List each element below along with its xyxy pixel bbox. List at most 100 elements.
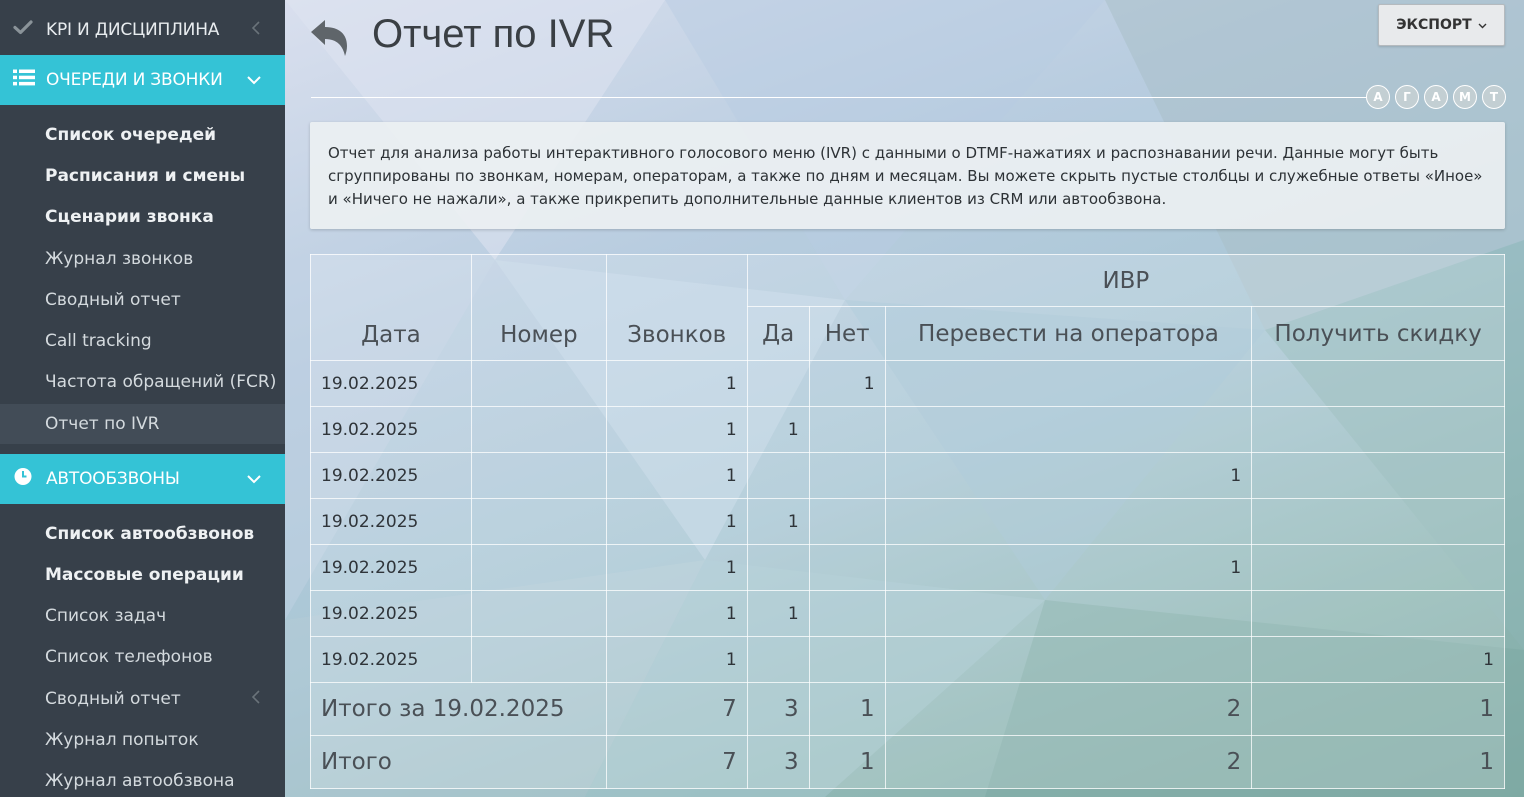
clock-icon (13, 467, 33, 492)
total-discount: 1 (1251, 682, 1505, 736)
sidebar-item-label: Список очередей (45, 125, 217, 145)
column-header-transfer[interactable]: Перевести на оператора (884, 306, 1253, 361)
sidebar-item-summary-report[interactable]: Сводный отчет (0, 280, 285, 320)
title-divider (311, 97, 1371, 98)
table-row: 19.02.2025 1 1 (310, 452, 1505, 499)
sidebar-item-label: Call tracking (45, 331, 152, 351)
number-cell (470, 406, 607, 453)
sidebar-item-label: Сводный отчет (45, 689, 181, 709)
sidebar-item-queue-list[interactable]: Список очередей (0, 115, 285, 155)
transfer-cell: 1 (884, 544, 1253, 591)
sidebar-item-call-scenarios[interactable]: Сценарии звонка (0, 197, 285, 237)
font-button[interactable]: Т (1482, 85, 1506, 109)
column-header-yes[interactable]: Да (746, 306, 810, 361)
date-cell: 19.02.2025 (310, 636, 472, 683)
calls-cell: 1 (605, 590, 748, 637)
table-row: 19.02.2025 1 1 (310, 360, 1505, 407)
table-row: 19.02.2025 1 1 (310, 636, 1505, 683)
yes-cell: 1 (746, 590, 810, 637)
table-row: 19.02.2025 1 1 (310, 590, 1505, 637)
discount-cell (1251, 406, 1505, 453)
sidebar-item-label: Массовые операции (45, 565, 244, 585)
total-label: Итого (310, 735, 607, 789)
sidebar-item-attempt-log[interactable]: Журнал попыток (0, 720, 285, 760)
sidebar-section-autodial-label: АВТООБЗВОНЫ (46, 469, 180, 489)
column-header-discount[interactable]: Получить скидку (1251, 306, 1505, 361)
yes-cell (746, 452, 810, 499)
discount-cell (1251, 452, 1505, 499)
number-cell (470, 452, 607, 499)
no-cell (808, 406, 886, 453)
back-arrow-icon[interactable] (307, 16, 353, 60)
sidebar-item-autodial-list[interactable]: Список автообзвонов (0, 514, 285, 554)
chevron-down-icon (1478, 17, 1487, 33)
sidebar: KPI И ДИСЦИПЛИНА ОЧЕРЕДИ И ЗВОНКИ Список… (0, 0, 285, 797)
sidebar-item-call-log[interactable]: Журнал звонков (0, 239, 285, 279)
total-row: Итого 7 3 1 2 1 (310, 735, 1505, 789)
sidebar-item-label: Список задач (45, 606, 167, 626)
export-button[interactable]: ЭКСПОРТ (1378, 4, 1505, 46)
chevron-left-icon (251, 20, 261, 40)
sidebar-item-autodial-log[interactable]: Журнал автообзвона (0, 761, 285, 797)
no-cell (808, 636, 886, 683)
transfer-cell (884, 590, 1253, 637)
column-header-number[interactable]: Номер (470, 254, 607, 361)
total-label: Итого за 19.02.2025 (310, 682, 607, 736)
font-button[interactable]: А (1366, 85, 1390, 109)
yes-cell (746, 360, 810, 407)
number-cell (470, 636, 607, 683)
sidebar-item-task-list[interactable]: Список задач (0, 596, 285, 636)
chevron-down-icon (247, 469, 261, 489)
sidebar-item-label: Расписания и смены (45, 166, 246, 186)
calls-cell: 1 (605, 360, 748, 407)
number-cell (470, 544, 607, 591)
sidebar-item-ivr-report[interactable]: Отчет по IVR (0, 404, 285, 444)
no-cell (808, 498, 886, 545)
date-cell: 19.02.2025 (310, 360, 472, 407)
table-row: 19.02.2025 1 1 (310, 544, 1505, 591)
report-description: Отчет для анализа работы интерактивного … (310, 122, 1505, 229)
check-icon (13, 20, 33, 41)
yes-cell: 1 (746, 406, 810, 453)
sidebar-item-call-tracking[interactable]: Call tracking (0, 321, 285, 361)
discount-cell (1251, 498, 1505, 545)
date-cell: 19.02.2025 (310, 406, 472, 453)
column-header-calls[interactable]: Звонков (605, 254, 748, 361)
sidebar-item-fcr[interactable]: Частота обращений (FCR) (0, 362, 285, 402)
sidebar-item-mass-operations[interactable]: Массовые операции (0, 555, 285, 595)
sidebar-item-phone-list[interactable]: Список телефонов (0, 637, 285, 677)
sidebar-item-autodial-summary[interactable]: Сводный отчет (0, 679, 285, 719)
sidebar-item-label: Журнал звонков (45, 249, 194, 269)
font-size-buttons: А Г А М Т (1366, 85, 1506, 109)
calls-cell: 1 (605, 544, 748, 591)
total-transfer: 2 (884, 735, 1253, 789)
no-cell (808, 590, 886, 637)
yes-cell (746, 636, 810, 683)
total-yes: 3 (746, 682, 810, 736)
no-cell (808, 544, 886, 591)
sidebar-section-queues[interactable]: ОЧЕРЕДИ И ЗВОНКИ (0, 55, 285, 105)
main-content: Отчет по IVR ЭКСПОРТ А Г А М Т Отчет для… (285, 0, 1524, 797)
column-group-ivr: ИВР (746, 254, 1506, 307)
sidebar-section-kpi[interactable]: KPI И ДИСЦИПЛИНА (0, 5, 285, 55)
sidebar-section-autodial[interactable]: АВТООБЗВОНЫ (0, 454, 285, 504)
font-button[interactable]: А (1424, 85, 1448, 109)
sidebar-item-label: Список автообзвонов (45, 524, 255, 544)
ivr-report-table: Дата Номер Звонков ИВР Да Нет Перевести … (310, 254, 1506, 789)
font-button[interactable]: Г (1395, 85, 1419, 109)
table-row: 19.02.2025 1 1 (310, 498, 1505, 545)
font-button[interactable]: М (1453, 85, 1477, 109)
date-cell: 19.02.2025 (310, 544, 472, 591)
sidebar-item-schedules[interactable]: Расписания и смены (0, 156, 285, 196)
sidebar-item-label: Журнал попыток (45, 730, 199, 750)
total-yes: 3 (746, 735, 810, 789)
column-header-date[interactable]: Дата (310, 254, 472, 361)
discount-cell (1251, 360, 1505, 407)
transfer-cell (884, 406, 1253, 453)
number-cell (470, 498, 607, 545)
total-discount: 1 (1251, 735, 1505, 789)
column-header-no[interactable]: Нет (808, 306, 886, 361)
sidebar-item-label: Частота обращений (FCR) (45, 372, 277, 392)
no-cell (808, 452, 886, 499)
number-cell (470, 590, 607, 637)
